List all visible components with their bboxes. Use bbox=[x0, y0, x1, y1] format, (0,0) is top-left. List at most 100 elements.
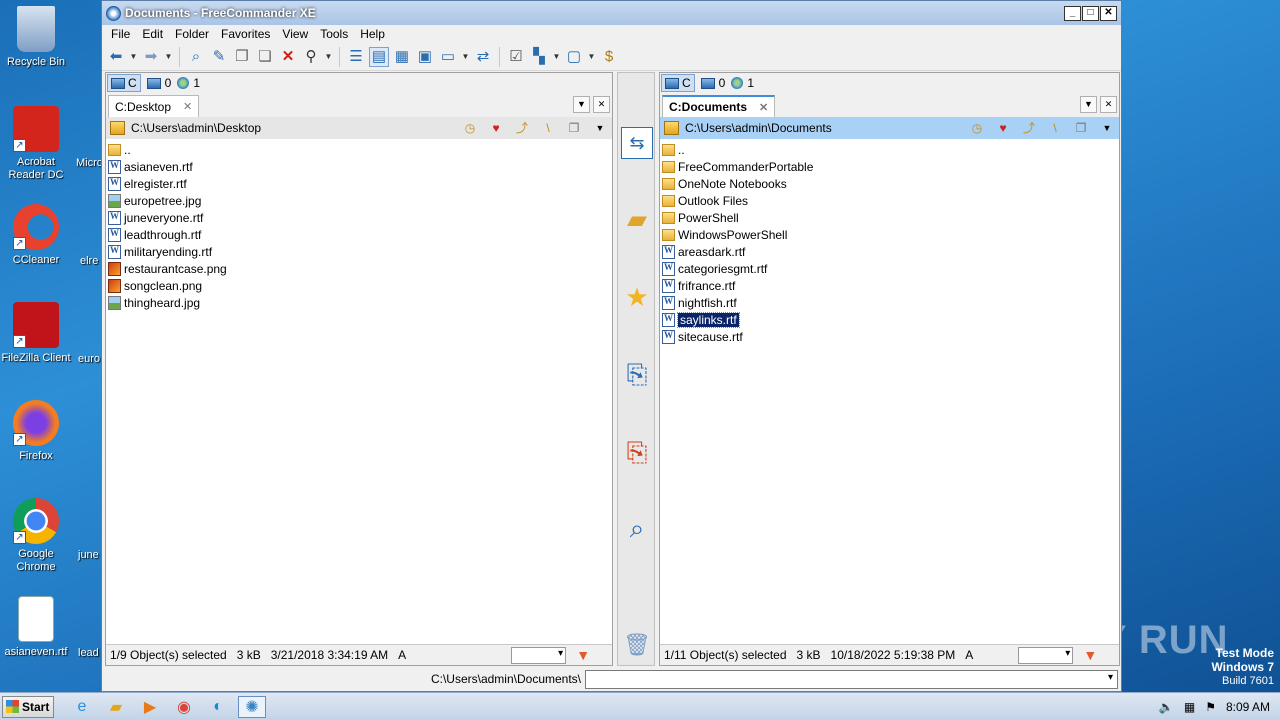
file-row[interactable]: areasdark.rtf bbox=[660, 243, 1119, 260]
file-row[interactable]: asianeven.rtf bbox=[106, 158, 612, 175]
recycle-bin-icon[interactable]: 🗑 bbox=[621, 629, 653, 661]
copy-to-icon[interactable]: ⎘ bbox=[621, 359, 653, 391]
favorites-icon[interactable]: ♥ bbox=[995, 120, 1011, 136]
tree-view-icon[interactable]: ☰ bbox=[346, 47, 366, 67]
tab-desktop[interactable]: C:Desktop ✕ bbox=[108, 95, 200, 117]
menu-help[interactable]: Help bbox=[354, 27, 391, 41]
file-row[interactable]: OneNote Notebooks bbox=[660, 175, 1119, 192]
view-mode-icon[interactable]: ▭ bbox=[438, 47, 458, 67]
close-button[interactable]: ✕ bbox=[1100, 5, 1117, 21]
chevron-down-icon[interactable]: ▼ bbox=[461, 47, 470, 67]
file-name[interactable]: categoriesgmt.rtf bbox=[678, 262, 767, 276]
drive-c-button[interactable]: C bbox=[107, 74, 141, 92]
filter-icon[interactable]: ▼ bbox=[576, 647, 590, 663]
chevron-down-icon[interactable]: ▼ bbox=[587, 47, 596, 67]
file-row[interactable]: songclean.png bbox=[106, 277, 612, 294]
folder-compare-icon[interactable]: ▰ bbox=[621, 203, 653, 235]
close-tab-button[interactable]: ✕ bbox=[1100, 96, 1117, 113]
file-name[interactable]: nightfish.rtf bbox=[678, 296, 737, 310]
minimize-button[interactable]: _ bbox=[1064, 5, 1081, 21]
list-view-icon[interactable]: ▦ bbox=[392, 47, 412, 67]
file-row[interactable]: leadthrough.rtf bbox=[106, 226, 612, 243]
menu-favorites[interactable]: Favorites bbox=[215, 27, 276, 41]
file-row[interactable]: categoriesgmt.rtf bbox=[660, 260, 1119, 277]
star-icon[interactable]: ★ bbox=[621, 281, 653, 313]
move-to-icon[interactable]: ⎘ bbox=[621, 437, 653, 469]
file-row[interactable]: WindowsPowerShell bbox=[660, 226, 1119, 243]
chrome-icon[interactable]: ◉ bbox=[170, 696, 198, 718]
copy-path-icon[interactable]: ❐ bbox=[1073, 120, 1089, 136]
file-explorer-icon[interactable]: ▰ bbox=[102, 696, 130, 718]
file-row[interactable]: europetree.jpg bbox=[106, 192, 612, 209]
delete-icon[interactable]: ✕ bbox=[278, 47, 298, 67]
close-tab-icon[interactable]: ✕ bbox=[759, 101, 768, 114]
details-view-icon[interactable]: ▤ bbox=[369, 46, 389, 67]
file-name[interactable]: FreeCommanderPortable bbox=[678, 160, 813, 174]
title-bar[interactable]: Documents - FreeCommander XE _ □ ✕ bbox=[102, 1, 1121, 25]
media-player-icon[interactable]: ▶ bbox=[136, 696, 164, 718]
start-button[interactable]: Start bbox=[2, 695, 54, 718]
dollar-icon[interactable]: $ bbox=[599, 47, 619, 67]
chevron-down-icon[interactable]: ▼ bbox=[1099, 120, 1115, 136]
path-text[interactable]: C:\Users\admin\Desktop bbox=[131, 121, 456, 135]
filter-dropdown[interactable] bbox=[511, 646, 567, 664]
filter-icon[interactable]: ▼ bbox=[1083, 647, 1097, 663]
parent-folder-icon[interactable]: ⤴ bbox=[1021, 120, 1037, 136]
menu-folder[interactable]: Folder bbox=[169, 27, 215, 41]
thumbnail-view-icon[interactable]: ▣ bbox=[415, 47, 435, 67]
move-icon[interactable]: ❏ bbox=[255, 47, 275, 67]
file-row[interactable]: nightfish.rtf bbox=[660, 294, 1119, 311]
network-icon[interactable]: ▦ bbox=[1184, 700, 1195, 714]
edit-icon[interactable]: ✎ bbox=[209, 47, 229, 67]
file-name[interactable]: thingheard.jpg bbox=[124, 296, 200, 310]
screen-icon[interactable]: ▢ bbox=[564, 47, 584, 67]
copy-path-icon[interactable]: ❐ bbox=[566, 120, 582, 136]
history-icon[interactable]: ◷ bbox=[462, 120, 478, 136]
file-row[interactable]: .. bbox=[660, 141, 1119, 158]
desktop-icon-asianeven[interactable]: asianeven.rtf bbox=[0, 596, 72, 659]
file-row[interactable]: thingheard.jpg bbox=[106, 294, 612, 311]
search-icon[interactable]: ⌕ bbox=[186, 47, 206, 67]
history-icon[interactable]: ◷ bbox=[969, 120, 985, 136]
file-row[interactable]: FreeCommanderPortable bbox=[660, 158, 1119, 175]
menu-view[interactable]: View bbox=[276, 27, 314, 41]
file-row[interactable]: restaurantcase.png bbox=[106, 260, 612, 277]
sync-icon[interactable]: ⇄ bbox=[473, 47, 493, 67]
edge-icon[interactable]: ◐ bbox=[204, 696, 232, 718]
path-bar[interactable]: C:\Users\admin\Desktop ◷ ♥ ⤴ \ ❐ ▼ bbox=[106, 117, 612, 139]
drive-monitor-button[interactable]: 0 bbox=[700, 76, 725, 90]
desktop-icon-chrome[interactable]: ↗ Google Chrome bbox=[0, 498, 72, 574]
desktop-icon-ccleaner[interactable]: ↗ CCleaner bbox=[0, 204, 72, 267]
desktop-icon-filezilla[interactable]: ↗ FileZilla Client bbox=[0, 302, 72, 365]
binoculars-icon[interactable]: ⚲ bbox=[301, 47, 321, 67]
file-name[interactable]: frifrance.rtf bbox=[678, 279, 735, 293]
file-row[interactable]: elregister.rtf bbox=[106, 175, 612, 192]
file-row[interactable]: juneveryone.rtf bbox=[106, 209, 612, 226]
drive-network-button[interactable]: 1 bbox=[731, 76, 754, 90]
flag-icon[interactable]: ⚑ bbox=[1205, 700, 1216, 714]
clock[interactable]: 8:09 AM bbox=[1226, 700, 1270, 714]
file-row[interactable]: PowerShell bbox=[660, 209, 1119, 226]
file-name[interactable]: militaryending.rtf bbox=[124, 245, 212, 259]
drive-c-button[interactable]: C bbox=[661, 74, 695, 92]
checklist-icon[interactable]: ☑ bbox=[506, 47, 526, 67]
file-row[interactable]: Outlook Files bbox=[660, 192, 1119, 209]
forward-icon[interactable]: ➡ bbox=[141, 47, 161, 67]
file-row[interactable]: .. bbox=[106, 141, 612, 158]
file-name[interactable]: sitecause.rtf bbox=[678, 330, 743, 344]
tab-documents[interactable]: C:Documents ✕ bbox=[662, 95, 776, 117]
menu-edit[interactable]: Edit bbox=[136, 27, 169, 41]
drive-network-button[interactable]: 1 bbox=[177, 76, 200, 90]
file-row[interactable]: militaryending.rtf bbox=[106, 243, 612, 260]
root-folder-icon[interactable]: \ bbox=[1047, 120, 1063, 136]
filter-dropdown[interactable] bbox=[1018, 646, 1074, 664]
chevron-down-icon[interactable]: ▼ bbox=[164, 47, 173, 67]
file-name[interactable]: asianeven.rtf bbox=[124, 160, 193, 174]
command-line-input[interactable] bbox=[585, 669, 1118, 689]
copy-icon[interactable]: ❐ bbox=[232, 47, 252, 67]
freecommander-taskbar-icon[interactable]: ✺ bbox=[238, 695, 266, 718]
file-name[interactable]: europetree.jpg bbox=[124, 194, 201, 208]
layout-icon[interactable]: ▚ bbox=[529, 47, 549, 67]
file-name[interactable]: Outlook Files bbox=[678, 194, 748, 208]
drive-monitor-button[interactable]: 0 bbox=[146, 76, 171, 90]
